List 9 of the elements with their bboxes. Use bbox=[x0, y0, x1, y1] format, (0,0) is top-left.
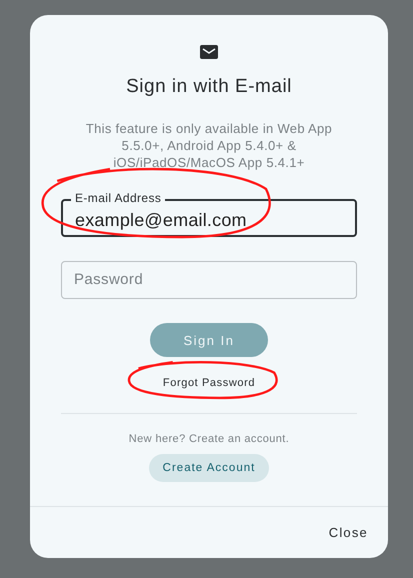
close-button[interactable]: Close bbox=[328, 525, 368, 540]
dialog-title: Sign in with E-mail bbox=[126, 76, 292, 98]
signup-prompt: New here? Create an account. bbox=[128, 433, 290, 445]
password-field[interactable]: Password bbox=[61, 261, 357, 299]
field-label: E-mail Address bbox=[71, 191, 166, 205]
forgot-password-link[interactable]: Forgot Password bbox=[162, 377, 256, 389]
mail-icon bbox=[200, 45, 218, 59]
create-account-button[interactable]: Create Account bbox=[148, 454, 270, 482]
description-text: This feature is only available in Web App 5.5.0+, Android App 5.4.0+ & iOS/iPadOS/MacOS App 5.4.1+ bbox=[84, 120, 334, 171]
